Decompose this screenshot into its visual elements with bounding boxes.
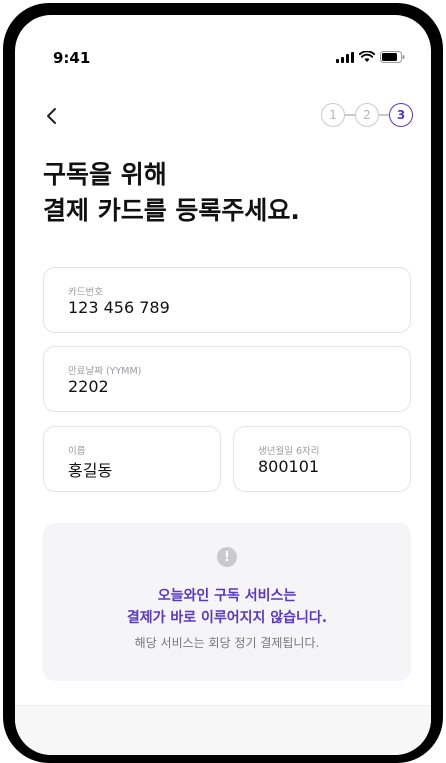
- expiry-label: 만료날짜 (YYMM): [68, 366, 142, 377]
- signal-icon: [336, 51, 354, 63]
- step-2: 2: [355, 103, 379, 127]
- birth-field[interactable]: 생년월일 6자리 800101: [233, 426, 411, 492]
- screen: 9:41 1 2 3 구독을 위해 결제 카드를 등록주세요. 카드번호 123…: [15, 15, 431, 755]
- exclamation-icon: !: [217, 547, 237, 567]
- phone-frame: 9:41 1 2 3 구독을 위해 결제 카드를 등록주세요. 카드번호 123…: [3, 3, 443, 763]
- battery-icon: [380, 51, 405, 63]
- birth-label: 생년월일 6자리: [258, 446, 320, 457]
- title-line-2: 결제 카드를 등록주세요.: [43, 196, 300, 225]
- step-indicator: 1 2 3: [321, 103, 413, 127]
- status-time: 9:41: [53, 49, 91, 67]
- status-icons: [336, 51, 405, 63]
- page-title: 구독을 위해 결제 카드를 등록주세요.: [43, 157, 300, 229]
- card-number-label: 카드번호: [68, 287, 103, 298]
- name-value[interactable]: 홍길동: [68, 457, 112, 481]
- step-connector: [379, 114, 389, 116]
- notice-line-1: 오늘와인 구독 서비스는: [157, 588, 297, 604]
- wifi-icon: [359, 51, 375, 62]
- step-connector: [345, 114, 355, 116]
- title-line-1: 구독을 위해: [43, 160, 167, 189]
- card-number-value[interactable]: 123 456 789: [68, 298, 170, 317]
- step-3-active: 3: [389, 103, 413, 127]
- bottom-bar: [15, 705, 431, 755]
- expiry-value[interactable]: 2202: [68, 377, 109, 396]
- card-number-field[interactable]: 카드번호 123 456 789: [43, 267, 411, 333]
- notice-line-2: 결제가 바로 이루어지지 않습니다.: [126, 610, 328, 626]
- step-1: 1: [321, 103, 345, 127]
- notice-line-3: 해당 서비스는 회당 정기 결제됩니다.: [134, 636, 320, 650]
- name-field[interactable]: 이름 홍길동: [43, 426, 221, 492]
- back-chevron-icon[interactable]: [39, 103, 65, 129]
- birth-value[interactable]: 800101: [258, 457, 319, 476]
- name-label: 이름: [68, 446, 86, 457]
- status-bar: 9:41: [15, 49, 431, 69]
- expiry-field[interactable]: 만료날짜 (YYMM) 2202: [43, 346, 411, 412]
- notice-box: ! 오늘와인 구독 서비스는 결제가 바로 이루어지지 않습니다. 해당 서비스…: [43, 523, 411, 681]
